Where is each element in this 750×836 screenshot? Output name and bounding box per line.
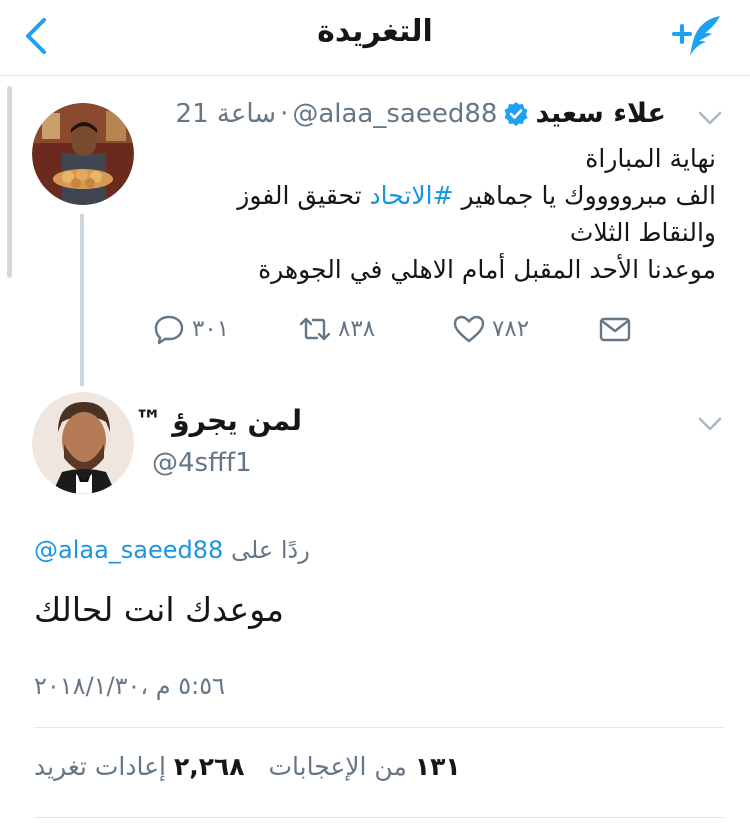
page-title: التغريدة bbox=[317, 14, 433, 49]
tweet-stats: ١٣١ من الإعجابات ٢,٢٦٨ إعادات تغريد bbox=[34, 752, 461, 781]
reply-icon bbox=[154, 315, 184, 345]
like-button[interactable]: ٧٨٢ bbox=[452, 312, 529, 346]
tweet-text: موعدك انت لحالك bbox=[34, 590, 284, 629]
retweets-count[interactable]: ٢,٢٦٨ bbox=[174, 752, 245, 781]
avatar[interactable] bbox=[32, 392, 134, 494]
tweet-line: نهاية المباراة bbox=[585, 144, 716, 173]
retweet-button[interactable]: ٨٣٨ bbox=[298, 312, 375, 346]
replying-to-label: ردًا على bbox=[230, 536, 310, 564]
likes-count[interactable]: ١٣١ bbox=[415, 752, 461, 781]
retweet-icon bbox=[299, 317, 331, 341]
chevron-down-icon[interactable] bbox=[696, 414, 724, 434]
nav-bar: التغريدة bbox=[0, 0, 750, 76]
tweet-line: الف مبرووووك يا جماهير #الاتحاد تحقيق ال… bbox=[196, 177, 716, 251]
chevron-down-icon[interactable] bbox=[696, 108, 724, 128]
replying-to: ردًا على @alaa_saeed88 bbox=[34, 536, 310, 564]
reply-button[interactable]: ٣٠١ bbox=[152, 312, 229, 346]
tweet-line-part: الف مبرووووك يا جماهير bbox=[461, 181, 716, 210]
user-handle[interactable]: @alaa_saeed88 bbox=[292, 99, 497, 129]
reply-count: ٣٠١ bbox=[192, 316, 230, 342]
likes-label[interactable]: من الإعجابات bbox=[268, 752, 406, 781]
hashtag-link[interactable]: #الاتحاد bbox=[370, 181, 454, 210]
thread-line bbox=[80, 214, 84, 386]
verified-badge-icon bbox=[504, 101, 528, 126]
mention-link[interactable]: @alaa_saeed88 bbox=[34, 536, 223, 564]
retweets-label[interactable]: إعادات تغريد bbox=[34, 752, 166, 781]
compose-tweet-icon[interactable] bbox=[670, 12, 722, 58]
tweet-time[interactable]: 21 ساعة bbox=[176, 99, 277, 129]
divider bbox=[34, 817, 724, 818]
divider bbox=[34, 727, 724, 728]
scroll-indicator[interactable] bbox=[7, 86, 12, 278]
tweet-text: نهاية المباراة الف مبرووووك يا جماهير #ا… bbox=[196, 140, 716, 288]
tweet-timestamp: ٥:٥٦ م ،٢٠١٨/١/٣٠ bbox=[34, 672, 226, 700]
like-count: ٧٨٢ bbox=[492, 316, 530, 342]
tweet-header: 21 ساعة · @alaa_saeed88 علاء سعيد bbox=[176, 98, 666, 129]
separator-dot: · bbox=[280, 98, 289, 129]
mail-icon bbox=[599, 317, 631, 342]
user-name[interactable]: لمن يجرؤ ™ bbox=[135, 404, 303, 437]
avatar[interactable] bbox=[32, 103, 134, 205]
tweet-line: موعدنا الأحد المقبل أمام الاهلي في الجوه… bbox=[258, 255, 716, 284]
user-name[interactable]: علاء سعيد bbox=[535, 98, 666, 129]
heart-icon bbox=[453, 315, 485, 343]
retweet-count: ٨٣٨ bbox=[338, 316, 376, 342]
share-button[interactable] bbox=[598, 312, 632, 346]
user-handle[interactable]: @4sfff1 bbox=[152, 448, 252, 478]
